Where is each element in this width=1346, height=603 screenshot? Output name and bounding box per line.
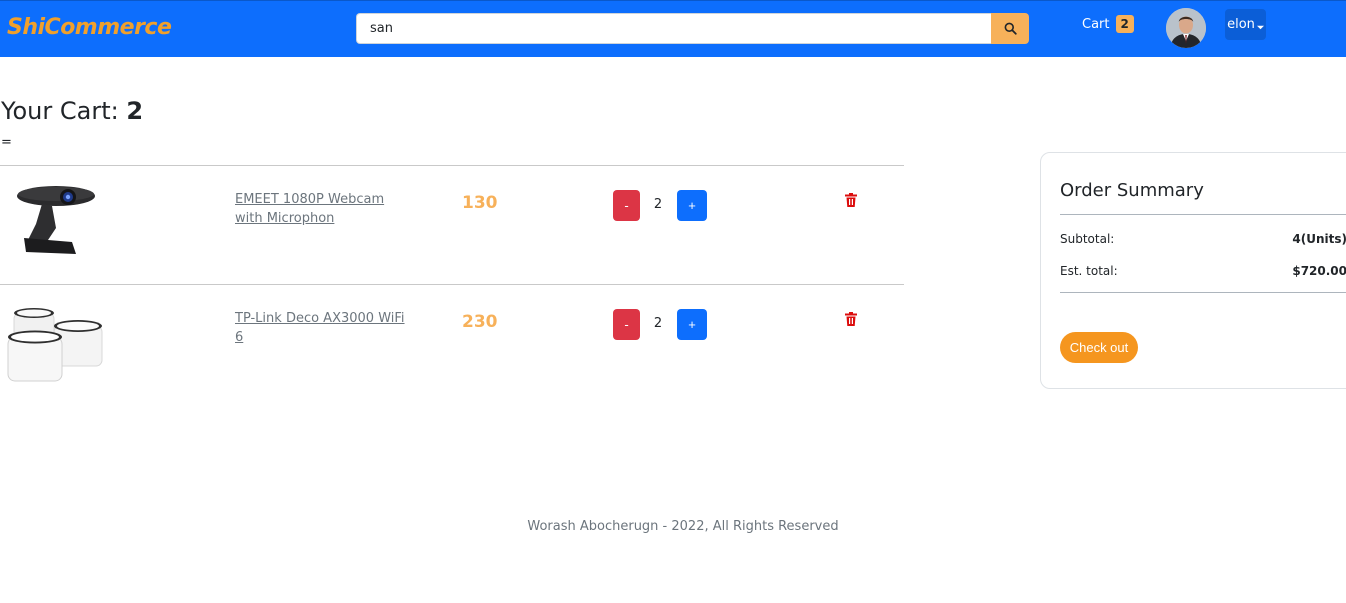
product-price: 230 bbox=[462, 312, 498, 332]
stray-text: = bbox=[1, 135, 12, 150]
brand-logo[interactable]: ShiCommerce bbox=[7, 15, 172, 40]
product-link[interactable]: EMEET 1080P Webcam with Microphon bbox=[235, 190, 415, 228]
total-label: Est. total: bbox=[1060, 264, 1118, 278]
user-name: elon bbox=[1227, 17, 1255, 32]
avatar[interactable] bbox=[1166, 8, 1206, 48]
product-image-router bbox=[7, 308, 103, 382]
search-input[interactable] bbox=[356, 13, 991, 44]
product-price: 130 bbox=[462, 193, 498, 213]
increase-quantity-button[interactable]: + bbox=[677, 190, 707, 221]
decrease-quantity-button[interactable]: - bbox=[613, 190, 640, 221]
cart-item: EMEET 1080P Webcam with Microphon 130 - … bbox=[0, 165, 904, 284]
cart-count-badge: 2 bbox=[1115, 15, 1134, 33]
cart-item: TP-Link Deco AX3000 WiFi 6 230 - 2 + bbox=[0, 284, 904, 403]
total-value: $720.00 bbox=[1292, 264, 1346, 278]
quantity-value: 2 bbox=[653, 316, 663, 331]
user-avatar-image bbox=[1166, 8, 1206, 48]
subtotal-row: Subtotal: 4(Units) bbox=[1060, 232, 1346, 246]
checkout-button[interactable]: Check out bbox=[1060, 332, 1138, 363]
cart-link[interactable]: Cart 2 bbox=[1082, 15, 1134, 33]
search-button[interactable] bbox=[991, 13, 1029, 44]
product-link[interactable]: TP-Link Deco AX3000 WiFi 6 bbox=[235, 309, 415, 347]
subtotal-value: 4(Units) bbox=[1292, 232, 1346, 246]
divider bbox=[1060, 292, 1346, 293]
quantity-value: 2 bbox=[653, 197, 663, 212]
product-image-webcam bbox=[17, 186, 95, 254]
trash-icon[interactable] bbox=[845, 193, 857, 207]
caret-down-icon bbox=[1256, 25, 1264, 30]
user-menu-button[interactable]: elon bbox=[1225, 9, 1266, 40]
decrease-quantity-button[interactable]: - bbox=[613, 309, 640, 340]
cart-label: Cart bbox=[1082, 16, 1110, 32]
navbar: ShiCommerce Cart 2 elon bbox=[0, 0, 1346, 57]
total-row: Est. total: $720.00 bbox=[1060, 264, 1346, 278]
divider bbox=[1060, 214, 1346, 215]
search-bar bbox=[356, 13, 1029, 44]
page-title: Your Cart: 2 bbox=[1, 97, 144, 125]
trash-icon[interactable] bbox=[845, 312, 857, 326]
search-icon bbox=[1004, 22, 1017, 35]
footer-text: Worash Abocherugn - 2022, All Rights Res… bbox=[527, 519, 839, 534]
cart-count: 2 bbox=[126, 97, 144, 125]
order-summary-card: Order Summary Subtotal: 4(Units) Est. to… bbox=[1040, 152, 1346, 389]
subtotal-label: Subtotal: bbox=[1060, 232, 1115, 246]
order-summary-title: Order Summary bbox=[1060, 180, 1204, 201]
increase-quantity-button[interactable]: + bbox=[677, 309, 707, 340]
